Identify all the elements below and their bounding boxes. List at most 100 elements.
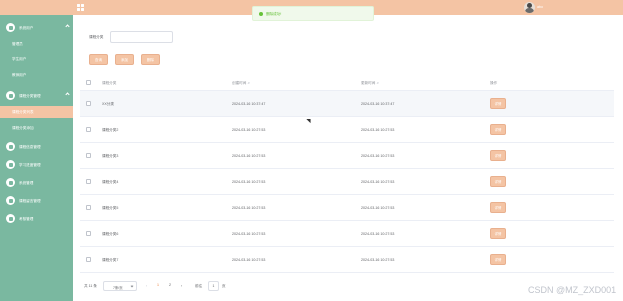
search-input[interactable] xyxy=(110,31,173,43)
row-checkbox[interactable] xyxy=(86,179,91,184)
table-row[interactable]: XX分类 2024-03-16 10:37:47 2024-03-16 10:37:… xyxy=(80,91,614,117)
sidebar-item-label: 课程信息管理 xyxy=(19,144,41,149)
row-checkbox[interactable] xyxy=(86,257,91,262)
table-row[interactable]: 课程分类5 2024-03-16 10:27:53 2024-03-16 10:27… xyxy=(80,195,614,221)
sidebar-subitem-label: 课程分类添加 xyxy=(12,126,34,130)
menu-icon xyxy=(6,142,15,151)
detail-button[interactable]: 详情 xyxy=(490,124,506,135)
sort-icon[interactable]: ⇵ xyxy=(247,81,250,85)
sort-icon[interactable]: ⇵ xyxy=(376,81,379,85)
table-row[interactable]: 课程分类6 2024-03-16 10:27:53 2024-03-16 10:27… xyxy=(80,221,614,247)
sidebar-subitem-label: 管理员 xyxy=(12,42,23,46)
sidebar-item-label: 系统用户 xyxy=(19,25,34,30)
page-1-button[interactable]: 1 xyxy=(154,283,162,287)
chevron-down-icon xyxy=(130,284,134,287)
cell-created: 2024-03-16 10:27:53 xyxy=(232,232,266,236)
sidebar-item-label: 课程留言管理 xyxy=(19,198,41,203)
sidebar: 系统首页系统用户管理员学生用户教师用户课程分类管理课程分类列表课程分类添加课程信… xyxy=(0,0,73,301)
row-checkbox[interactable] xyxy=(86,153,91,158)
header-name: 课程分类 xyxy=(102,81,117,85)
add-button[interactable]: 添加 xyxy=(115,54,134,65)
table-row[interactable]: 课程分类2 2024-03-16 10:27:53 2024-03-16 10:27… xyxy=(80,117,614,143)
detail-button[interactable]: 详情 xyxy=(490,176,506,187)
sidebar-item[interactable]: 课程信息管理 xyxy=(0,139,73,154)
success-check-icon xyxy=(259,12,263,16)
sidebar-item-label: 考核管理 xyxy=(19,216,34,221)
cell-created: 2024-03-16 10:27:53 xyxy=(232,154,266,158)
search-label: 课程分类 xyxy=(89,35,104,39)
toast-message: 删除成功! xyxy=(266,12,282,16)
detail-button[interactable]: 详情 xyxy=(490,254,506,265)
menu-icon xyxy=(6,23,15,32)
sidebar-item-label: 课程分类管理 xyxy=(19,93,41,98)
cell-updated: 2024-03-16 10:27:53 xyxy=(361,180,395,184)
sidebar-item[interactable]: 系统用户 xyxy=(0,20,73,35)
sidebar-item[interactable]: 系统管理 xyxy=(0,175,73,190)
menu-grid-icon[interactable] xyxy=(77,4,84,11)
page-suffix: 页 xyxy=(222,284,226,288)
next-page-button[interactable]: › xyxy=(181,284,182,288)
sidebar-item-label: 学习进度管理 xyxy=(19,162,41,167)
detail-button[interactable]: 详情 xyxy=(490,150,506,161)
chevron-icon xyxy=(65,24,70,29)
search-button[interactable]: 查询 xyxy=(89,54,108,65)
goto-page-input[interactable]: 1 xyxy=(208,281,219,291)
cell-updated: 2024-03-16 10:27:53 xyxy=(361,128,395,132)
cell-created: 2024-03-16 10:37:47 xyxy=(232,102,266,106)
row-checkbox[interactable] xyxy=(86,101,91,106)
chevron-icon xyxy=(65,92,70,97)
cell-created: 2024-03-16 10:27:53 xyxy=(232,128,266,132)
cell-name: 课程分类3 xyxy=(102,154,119,158)
sidebar-item-label: 系统管理 xyxy=(19,180,34,185)
header-action: 操作 xyxy=(490,81,498,85)
sidebar-subitem-label: 课程分类列表 xyxy=(12,110,34,114)
table-header: 课程分类 创建时间⇵ 更新时间⇵ 操作 xyxy=(80,74,614,91)
detail-button[interactable]: 详情 xyxy=(490,228,506,239)
sidebar-item[interactable]: 课程分类管理 xyxy=(0,88,73,103)
menu-icon xyxy=(6,91,15,100)
page-size-select[interactable]: 7条/页 xyxy=(103,281,137,291)
username[interactable]: abo xyxy=(537,5,543,9)
row-checkbox[interactable] xyxy=(86,231,91,236)
cell-name: XX分类 xyxy=(102,102,114,106)
pagination-total: 共 11 条 xyxy=(84,284,97,288)
sidebar-item[interactable]: 考核管理 xyxy=(0,211,73,226)
cell-updated: 2024-03-16 10:37:47 xyxy=(361,102,395,106)
header-updated[interactable]: 更新时间⇵ xyxy=(361,81,379,86)
sidebar-subitem[interactable]: 管理员 xyxy=(0,38,73,50)
cell-name: 课程分类5 xyxy=(102,206,119,210)
table-row[interactable]: 课程分类7 2024-03-16 10:27:53 2024-03-16 10:27… xyxy=(80,247,614,273)
sidebar-subitem[interactable]: 教师用户 xyxy=(0,69,73,81)
sidebar-subitem-label: 教师用户 xyxy=(12,73,27,77)
sidebar-subitem[interactable]: 课程分类列表 xyxy=(0,106,73,118)
cell-updated: 2024-03-16 10:27:53 xyxy=(361,206,395,210)
page-size-value: 7条/页 xyxy=(113,285,123,290)
header-created[interactable]: 创建时间⇵ xyxy=(232,81,250,86)
sidebar-subitem[interactable]: 学生用户 xyxy=(0,53,73,65)
row-checkbox[interactable] xyxy=(86,127,91,132)
sidebar-item[interactable]: 学习进度管理 xyxy=(0,157,73,172)
cell-name: 课程分类2 xyxy=(102,128,119,132)
select-all-checkbox[interactable] xyxy=(86,80,91,85)
cell-created: 2024-03-16 10:27:53 xyxy=(232,180,266,184)
row-checkbox[interactable] xyxy=(86,205,91,210)
success-toast: 删除成功! xyxy=(252,6,374,21)
delete-button[interactable]: 删除 xyxy=(141,54,160,65)
cell-updated: 2024-03-16 10:27:53 xyxy=(361,258,395,262)
detail-button[interactable]: 详情 xyxy=(490,202,506,213)
cell-name: 课程分类6 xyxy=(102,232,119,236)
prev-page-button[interactable]: ‹ xyxy=(146,284,147,288)
sidebar-subitem[interactable]: 课程分类添加 xyxy=(0,122,73,134)
cell-created: 2024-03-16 10:27:53 xyxy=(232,206,266,210)
table-row[interactable]: 课程分类4 2024-03-16 10:27:53 2024-03-16 10:27… xyxy=(80,169,614,195)
sidebar-item[interactable]: 课程留言管理 xyxy=(0,193,73,208)
page-2-button[interactable]: 2 xyxy=(166,283,174,287)
menu-icon xyxy=(6,196,15,205)
watermark: CSDN @MZ_ZXD001 xyxy=(528,285,617,295)
menu-icon xyxy=(6,160,15,169)
detail-button[interactable]: 详情 xyxy=(490,98,506,109)
avatar[interactable] xyxy=(524,2,535,13)
cell-created: 2024-03-16 10:27:53 xyxy=(232,258,266,262)
sidebar-subitem-label: 学生用户 xyxy=(12,57,27,61)
table-row[interactable]: 课程分类3 2024-03-16 10:27:53 2024-03-16 10:27… xyxy=(80,143,614,169)
